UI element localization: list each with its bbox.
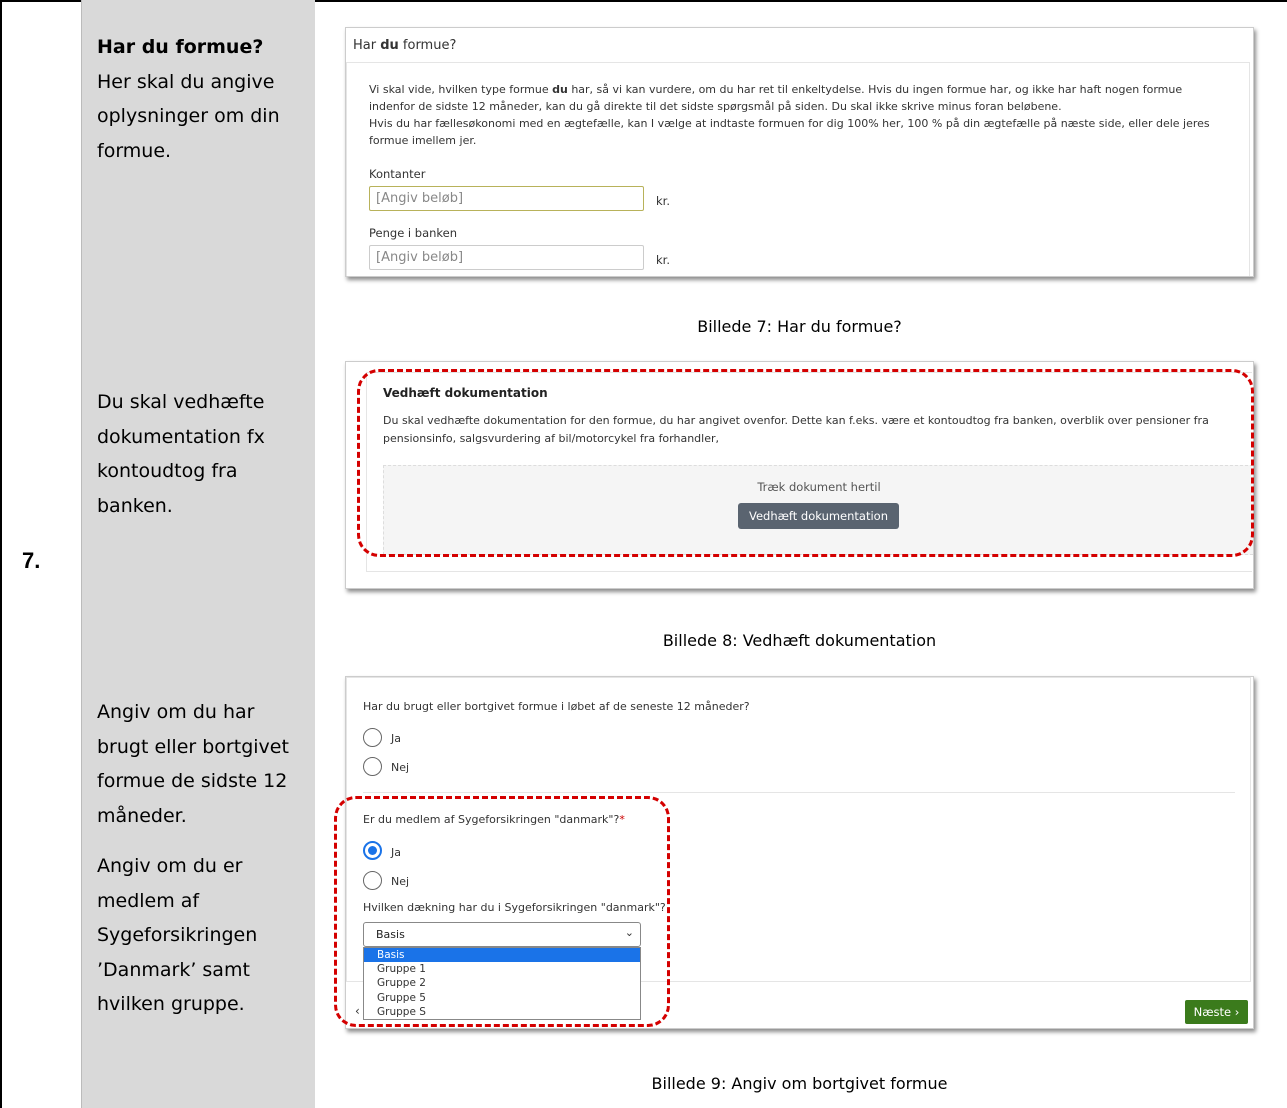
instruction-bortgivet: Angiv om du har brugt eller bortgivet fo…: [97, 695, 307, 1022]
kontanter-input[interactable]: [Angiv beløb]: [369, 186, 644, 211]
currency-unit: kr.: [656, 253, 670, 267]
question-sygeforsikring: Er du medlem af Sygeforsikringen "danmar…: [363, 813, 625, 826]
next-button[interactable]: Næste ›: [1185, 1000, 1248, 1024]
penge-i-banken-input[interactable]: [Angiv beløb]: [369, 245, 644, 270]
screenshot-bortgivet: Har du brugt eller bortgivet formue i lø…: [345, 676, 1254, 1029]
dropdown-option[interactable]: Basis: [364, 948, 640, 963]
radio-sygeforsikring-nej[interactable]: [363, 871, 382, 890]
dropdown-option[interactable]: Gruppe 5: [364, 991, 640, 1005]
select-value: Basis: [376, 928, 405, 941]
radio-label: Ja: [391, 732, 401, 745]
drop-zone-text: Træk dokument hertil: [757, 480, 881, 494]
radio-bortgivet-nej[interactable]: [363, 757, 382, 776]
dropdown-option[interactable]: Gruppe S: [364, 1005, 640, 1019]
dropdown-option[interactable]: Gruppe 1: [364, 962, 640, 976]
radio-sygeforsikring-ja[interactable]: [363, 841, 382, 860]
divider: [363, 792, 1235, 793]
instruction-formue: Har du formue? Her skal du angive oplysn…: [97, 30, 307, 168]
attach-document-button[interactable]: Vedhæft dokumentation: [738, 503, 899, 529]
caption-billede-9: Billede 9: Angiv om bortgivet formue: [651, 1074, 948, 1093]
radio-bortgivet-ja[interactable]: [363, 728, 382, 747]
dropdown-option[interactable]: Gruppe 2: [364, 976, 640, 990]
chevron-down-icon: ⌄: [624, 926, 634, 939]
screenshot-vedhaeft: Vedhæft dokumentation Du skal vedhæfte d…: [345, 361, 1254, 589]
kontanter-label: Kontanter: [369, 167, 426, 181]
step-number: 7.: [22, 548, 41, 573]
question-daekning: Hvilken dækning har du i Sygeforsikringe…: [363, 901, 666, 914]
instruction-text: Angiv om du har brugt eller bortgivet fo…: [97, 701, 289, 827]
form-description: Vi skal vide, hvilken type formue du har…: [369, 83, 1210, 147]
screenshot-formue: Har du formue? Vi skal vide, hvilken typ…: [345, 27, 1254, 277]
upload-description: Du skal vedhæfte dokumentation for den f…: [383, 414, 1209, 445]
instruction-text: Du skal vedhæfte dokumentation fx kontou…: [97, 391, 265, 517]
instruction-text: Her skal du angive oplysninger om din fo…: [97, 70, 280, 162]
caption-billede-7: Billede 7: Har du formue?: [697, 317, 902, 336]
daekning-dropdown: Basis Gruppe 1 Gruppe 2 Gruppe 5 Gruppe …: [363, 947, 641, 1020]
penge-i-banken-label: Penge i banken: [369, 226, 458, 240]
previous-button[interactable]: ‹: [355, 1004, 360, 1018]
currency-unit: kr.: [656, 194, 670, 208]
form-title: Har du formue?: [353, 38, 457, 53]
radio-label: Nej: [391, 875, 410, 888]
instruction-title: Har du formue?: [97, 36, 264, 58]
daekning-select[interactable]: Basis ⌄: [363, 922, 641, 947]
instruction-vedhaeft: Du skal vedhæfte dokumentation fx kontou…: [97, 385, 307, 523]
instruction-text: Angiv om du er medlem af Sygeforsikringe…: [97, 855, 258, 1015]
drop-zone[interactable]: Træk dokument hertil Vedhæft dokumentati…: [383, 465, 1253, 555]
caption-billede-8: Billede 8: Vedhæft dokumentation: [662, 631, 937, 650]
step-column: 7.: [0, 0, 82, 1108]
question-bortgivet: Har du brugt eller bortgivet formue i lø…: [363, 700, 750, 713]
upload-heading: Vedhæft dokumentation: [383, 386, 548, 400]
radio-label: Nej: [391, 761, 410, 774]
radio-label: Ja: [391, 846, 401, 859]
